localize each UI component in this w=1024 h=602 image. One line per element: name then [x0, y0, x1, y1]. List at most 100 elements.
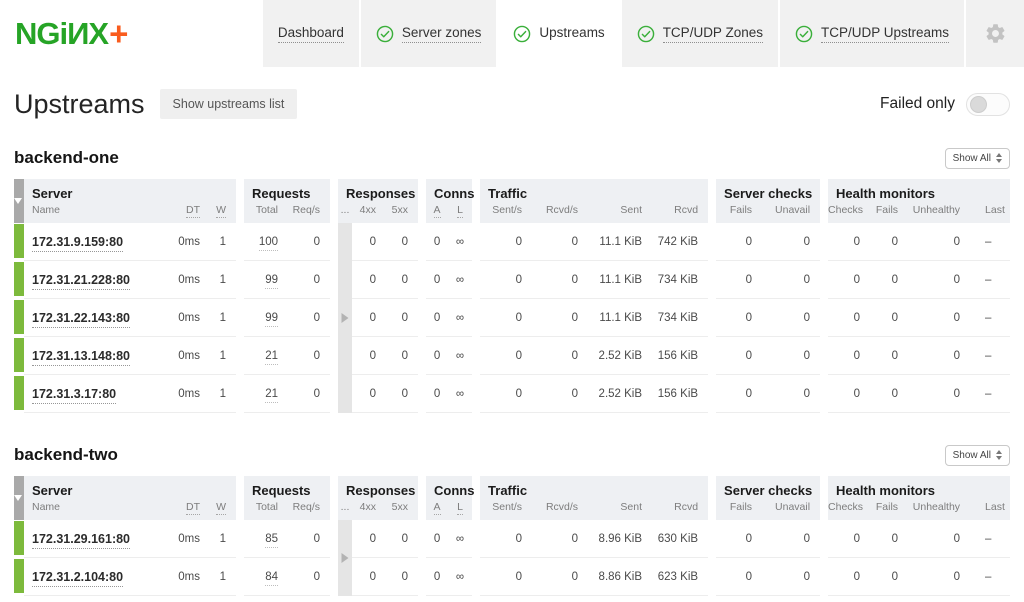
cell-health_fails: 0 [870, 375, 908, 413]
upstream-section: backend-twoShow AllServerRequestsRespons… [14, 443, 1010, 596]
expand-arrow-icon[interactable] [342, 553, 349, 563]
column-gap [708, 261, 716, 299]
requests-total-link[interactable]: 21 [265, 350, 278, 365]
tab-upstreams[interactable]: Upstreams [498, 0, 619, 67]
cell-traffic_sent: 2.52 KiB [588, 375, 652, 413]
cell-traffic_rcvd_s: 0 [532, 520, 588, 558]
check-circle-icon [376, 25, 394, 43]
requests-total-link[interactable]: 99 [265, 274, 278, 289]
column-gap [418, 337, 426, 375]
table-corner-bar [14, 476, 24, 520]
cell-checks_unavail: 0 [762, 223, 820, 261]
cell-conns_l: ∞ [448, 375, 472, 413]
cell-traffic_rcvd_s: 0 [532, 299, 588, 337]
upstream-table: ServerRequestsResponsesConnsTrafficServe… [14, 476, 1010, 596]
settings-button[interactable] [966, 0, 1024, 67]
row-expander-strip[interactable] [338, 223, 352, 261]
expand-arrow-icon[interactable] [342, 313, 349, 323]
col-header: Name [24, 500, 156, 520]
cell-resp_4xx: 0 [352, 558, 386, 596]
server-link[interactable]: 172.31.2.104:80 [32, 570, 123, 587]
cell-w: 1 [210, 520, 236, 558]
cell-traffic_rcvd: 156 KiB [652, 337, 708, 375]
cell-resp_5xx: 0 [386, 261, 418, 299]
cell-name: 172.31.2.104:80 [24, 558, 156, 596]
cell-traffic_rcvd_s: 0 [532, 337, 588, 375]
server-link[interactable]: 172.31.3.17:80 [32, 387, 116, 404]
cell-conns_l: ∞ [448, 299, 472, 337]
cell-resp_4xx: 0 [352, 261, 386, 299]
column-gap [820, 375, 828, 413]
column-gap [820, 337, 828, 375]
cell-health_unhealthy: 0 [908, 261, 970, 299]
cell-health_last: – [970, 299, 1010, 337]
column-gap [708, 558, 716, 596]
requests-total-link[interactable]: 100 [259, 236, 278, 251]
cell-req_s: 0 [288, 261, 330, 299]
tab-server-zones[interactable]: Server zones [361, 0, 497, 67]
cell-resp_5xx: 0 [386, 375, 418, 413]
cell-name: 172.31.29.161:80 [24, 520, 156, 558]
col-header: Req/s [288, 203, 330, 223]
server-link[interactable]: 172.31.22.143:80 [32, 311, 130, 328]
cell-conns_l: ∞ [448, 558, 472, 596]
show-all-select[interactable]: Show All [945, 148, 1010, 169]
column-gap [236, 520, 244, 558]
tab-dashboard[interactable]: Dashboard [263, 0, 359, 67]
cell-conns_a: 0 [426, 375, 448, 413]
server-status-bar [14, 520, 24, 558]
column-gap [708, 337, 716, 375]
row-expander-strip[interactable] [338, 337, 352, 375]
cell-req_s: 0 [288, 299, 330, 337]
col-header: Unhealthy [908, 500, 970, 520]
cell-traffic_sent: 2.52 KiB [588, 337, 652, 375]
col-header: Checks [828, 500, 870, 520]
cell-resp_4xx: 0 [352, 520, 386, 558]
top-nav: NGiИX + Dashboard Server zones Upstreams… [0, 0, 1024, 67]
column-gap [418, 261, 426, 299]
column-gap [418, 375, 426, 413]
logo-text: NGiИX [15, 16, 108, 52]
server-link[interactable]: 172.31.21.228:80 [32, 273, 130, 290]
server-link[interactable]: 172.31.29.161:80 [32, 532, 130, 549]
row-expander-strip[interactable] [338, 261, 352, 299]
cell-traffic_rcvd: 734 KiB [652, 299, 708, 337]
cell-health_last: – [970, 261, 1010, 299]
server-link[interactable]: 172.31.13.148:80 [32, 349, 130, 366]
cell-health_unhealthy: 0 [908, 375, 970, 413]
check-circle-icon [637, 25, 655, 43]
cell-w: 1 [210, 337, 236, 375]
column-gap [820, 520, 828, 558]
requests-total-link[interactable]: 99 [265, 312, 278, 327]
cell-w: 1 [210, 299, 236, 337]
server-row: 172.31.2.104:800ms1840000∞008.86 KiB623 … [14, 558, 1010, 596]
row-expander-strip[interactable] [338, 558, 352, 596]
column-gap [418, 558, 426, 596]
cell-traffic_rcvd_s: 0 [532, 375, 588, 413]
col-header: Fails [870, 203, 908, 223]
tab-tcp-udp-zones[interactable]: TCP/UDP Zones [622, 0, 778, 67]
col-header: L [448, 500, 472, 520]
cell-checks_unavail: 0 [762, 558, 820, 596]
row-expander-strip[interactable] [338, 375, 352, 413]
group-header: Conns [426, 476, 472, 500]
failed-only-toggle[interactable] [966, 93, 1010, 116]
server-row: 172.31.13.148:800ms1210000∞002.52 KiB156… [14, 337, 1010, 375]
requests-total-link[interactable]: 84 [265, 571, 278, 586]
cell-health_checks: 0 [828, 558, 870, 596]
requests-total-link[interactable]: 85 [265, 533, 278, 548]
group-header: Server checks [716, 476, 820, 500]
cell-dt: 0ms [156, 375, 210, 413]
cell-resp_5xx: 0 [386, 558, 418, 596]
col-header: Unhealthy [908, 203, 970, 223]
upstream-section: backend-oneShow AllServerRequestsRespons… [14, 146, 1010, 413]
show-all-select[interactable]: Show All [945, 445, 1010, 466]
col-header: ... [338, 203, 352, 223]
server-link[interactable]: 172.31.9.159:80 [32, 235, 123, 252]
show-upstreams-list-button[interactable]: Show upstreams list [160, 89, 298, 119]
requests-total-link[interactable]: 21 [265, 388, 278, 403]
cell-dt: 0ms [156, 299, 210, 337]
tab-tcp-udp-upstreams[interactable]: TCP/UDP Upstreams [780, 0, 964, 67]
cell-conns_a: 0 [426, 558, 448, 596]
column-gap [418, 299, 426, 337]
